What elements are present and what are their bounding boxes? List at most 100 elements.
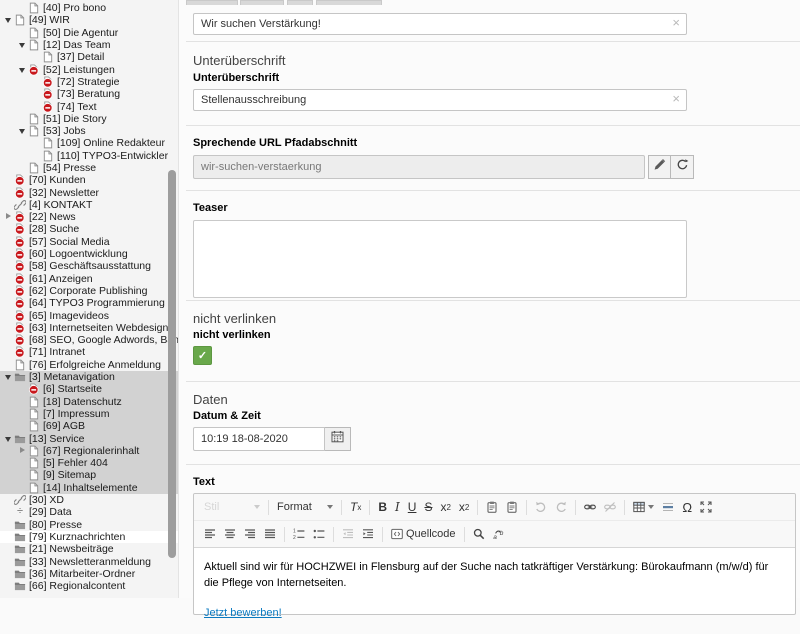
style-combo[interactable]: Stil xyxy=(201,500,263,514)
slug-recalculate-button[interactable] xyxy=(671,155,694,179)
hidden-icon xyxy=(42,88,54,100)
tree-item[interactable]: [70] Kunden xyxy=(0,174,178,186)
tree-item[interactable]: [74] Text xyxy=(0,100,178,112)
justify-button[interactable] xyxy=(261,527,279,541)
redo-button[interactable] xyxy=(552,500,570,514)
tree-item[interactable]: [33] Newsletteranmeldung xyxy=(0,555,178,567)
tree-item[interactable]: [66] Regionalcontent xyxy=(0,580,178,592)
tree-item[interactable]: [80] Presse xyxy=(0,518,178,530)
tree-item[interactable]: [21] Newsbeiträge xyxy=(0,543,178,555)
tree-item[interactable]: [12] Das Team xyxy=(0,39,178,51)
tree-item[interactable]: [53] Jobs xyxy=(0,125,178,137)
tree-item[interactable]: [67] Regionalerinhalt xyxy=(0,445,178,457)
hidden-icon xyxy=(14,310,26,322)
paste-text-button[interactable] xyxy=(483,500,501,514)
tree-item[interactable]: [65] Imagevideos xyxy=(0,309,178,321)
tree-item[interactable]: [28] Suche xyxy=(0,223,178,235)
replace-button[interactable]: ab xyxy=(490,527,508,541)
tree-item[interactable]: ÷[29] Data xyxy=(0,506,178,518)
horizontal-line-button[interactable] xyxy=(659,500,677,514)
tree-item[interactable]: [109] Online Redakteur xyxy=(0,137,178,149)
tree-item[interactable]: [50] Die Agentur xyxy=(0,27,178,39)
tree-item[interactable]: [7] Impressum xyxy=(0,408,178,420)
underline-button[interactable]: U xyxy=(405,499,420,515)
tree-item[interactable]: [40] Pro bono xyxy=(0,2,178,14)
no-link-checkbox-checked[interactable]: ✓ xyxy=(193,346,212,365)
tree-item[interactable]: [4] KONTAKT xyxy=(0,199,178,211)
subheader-input[interactable] xyxy=(193,89,687,111)
tree-item[interactable]: [9] Sitemap xyxy=(0,469,178,481)
italic-button[interactable]: I xyxy=(392,499,403,515)
tree-item[interactable]: [64] TYPO3 Programmierung xyxy=(0,297,178,309)
datepicker-button[interactable] xyxy=(325,427,351,451)
tree-item[interactable]: [37] Detail xyxy=(0,51,178,63)
remove-format-button[interactable]: Tx xyxy=(347,499,364,515)
unordered-list-button[interactable] xyxy=(310,527,328,541)
tree-item[interactable]: [60] Logoentwicklung xyxy=(0,248,178,260)
teaser-textarea[interactable] xyxy=(193,220,687,298)
tree-item[interactable]: [58] Geschäftsausstattung xyxy=(0,260,178,272)
rte-link[interactable]: Jetzt bewerben! xyxy=(204,607,282,619)
tree-item[interactable]: [68] SEO, Google Adwords, Bannerwerbung xyxy=(0,334,178,346)
tree-item[interactable]: [69] AGB xyxy=(0,420,178,432)
tree-item-label: [21] Newsbeiträge xyxy=(29,543,114,555)
tree-item[interactable]: [72] Strategie xyxy=(0,76,178,88)
tree-item[interactable]: [76] Erfolgreiche Anmeldung xyxy=(0,359,178,371)
align-right-button[interactable] xyxy=(241,527,259,541)
table-button[interactable] xyxy=(630,500,657,514)
tree-item[interactable]: [61] Anzeigen xyxy=(0,273,178,285)
field-label: nicht verlinken xyxy=(193,329,800,341)
bold-button[interactable]: B xyxy=(375,499,390,515)
tree-item[interactable]: [49] WIR xyxy=(0,14,178,26)
unlink-button[interactable] xyxy=(601,500,619,514)
tree-item[interactable]: [73] Beratung xyxy=(0,88,178,100)
tree-item[interactable]: [52] Leistungen xyxy=(0,63,178,75)
superscript-button[interactable]: x2 xyxy=(456,499,472,515)
subscript-button[interactable]: x2 xyxy=(437,499,453,515)
tree-item[interactable]: [30] XD xyxy=(0,494,178,506)
tree-item[interactable]: [71] Intranet xyxy=(0,346,178,358)
page-tree[interactable]: [40] Pro bono[49] WIR[50] Die Agentur[12… xyxy=(0,2,178,592)
slug-input[interactable] xyxy=(193,155,645,179)
link-button[interactable] xyxy=(581,500,599,514)
paste-word-button[interactable] xyxy=(503,500,521,514)
tree-item[interactable]: [3] Metanavigation xyxy=(0,371,178,383)
page-icon xyxy=(28,113,40,125)
find-button[interactable] xyxy=(470,527,488,541)
slug-edit-button[interactable] xyxy=(648,155,671,179)
clear-icon[interactable]: × xyxy=(672,16,680,30)
tree-item[interactable]: [36] Mitarbeiter-Ordner xyxy=(0,568,178,580)
tree-item[interactable]: [14] Inhaltselemente xyxy=(0,482,178,494)
tree-item[interactable]: [5] Fehler 404 xyxy=(0,457,178,469)
tree-item-label: [4] KONTAKT xyxy=(29,199,92,211)
datetime-input[interactable] xyxy=(193,427,325,451)
tree-item[interactable]: [22] News xyxy=(0,211,178,223)
tree-item[interactable]: [13] Service xyxy=(0,432,178,444)
indent-button[interactable] xyxy=(359,527,377,541)
tree-item[interactable]: [63] Internetseiten Webdesign xyxy=(0,322,178,334)
tree-item[interactable]: [57] Social Media xyxy=(0,236,178,248)
source-button[interactable]: Quellcode xyxy=(388,527,459,541)
tree-scrollbar-thumb[interactable] xyxy=(168,170,176,558)
format-combo[interactable]: Format xyxy=(274,500,336,514)
strike-button[interactable]: S xyxy=(421,499,435,515)
rte-content-area[interactable]: Aktuell sind wir für HOCHZWEI in Flensbu… xyxy=(194,548,795,634)
tree-item[interactable]: [6] Startseite xyxy=(0,383,178,395)
tree-item[interactable]: [110] TYPO3-Entwickler xyxy=(0,150,178,162)
tree-item[interactable]: [79] Kurznachrichten xyxy=(0,531,178,543)
headline-input[interactable] xyxy=(193,13,687,35)
tree-item[interactable]: [18] Datenschutz xyxy=(0,396,178,408)
tree-item[interactable]: [51] Die Story xyxy=(0,113,178,125)
tree-item[interactable]: [54] Presse xyxy=(0,162,178,174)
ordered-list-button[interactable]: 12 xyxy=(290,527,308,541)
tree-item[interactable]: [32] Newsletter xyxy=(0,186,178,198)
outdent-button[interactable] xyxy=(339,527,357,541)
align-left-button[interactable] xyxy=(201,527,219,541)
tree-item[interactable]: [62] Corporate Publishing xyxy=(0,285,178,297)
align-center-button[interactable] xyxy=(221,527,239,541)
maximize-button[interactable] xyxy=(697,500,715,514)
clear-icon[interactable]: × xyxy=(672,92,680,106)
checkmark-icon: ✓ xyxy=(198,349,207,362)
undo-button[interactable] xyxy=(532,500,550,514)
special-char-button[interactable]: Ω xyxy=(679,499,695,516)
